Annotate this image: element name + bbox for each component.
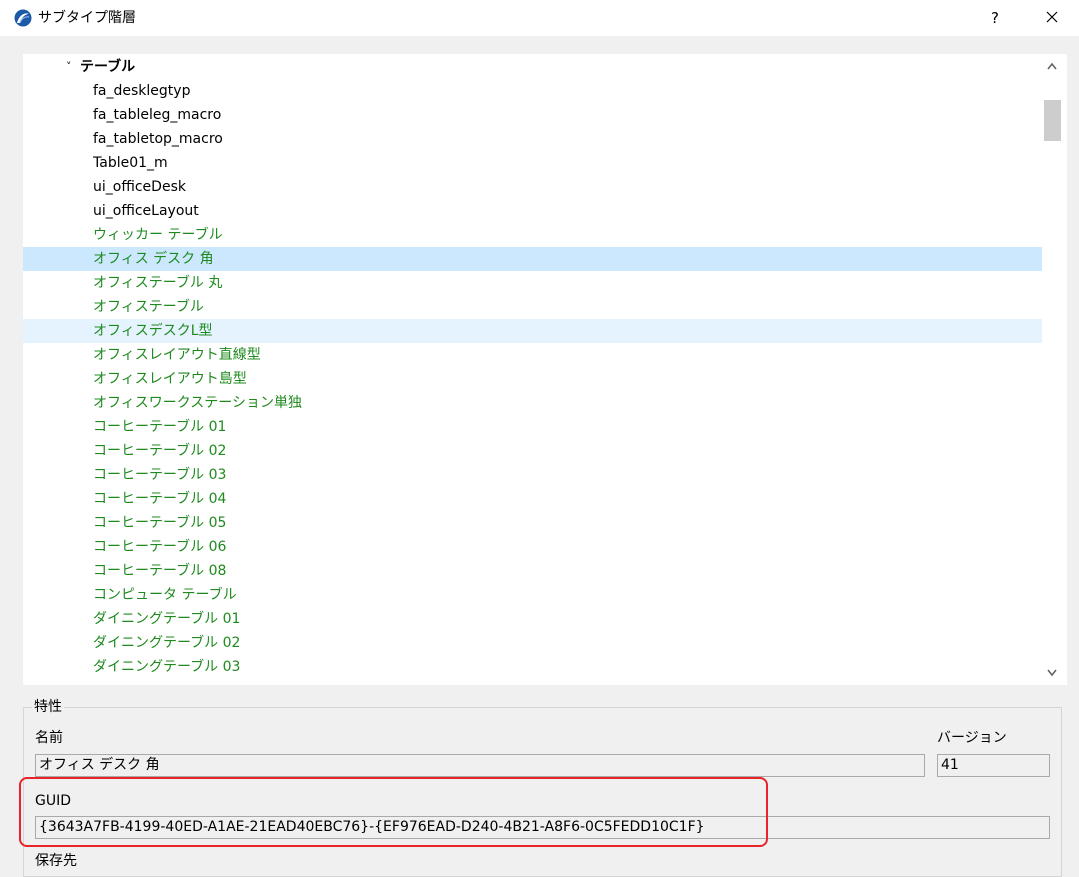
tree-item[interactable]: ダイニングテーブル 01 <box>23 607 1042 631</box>
tree-item-label: コーヒーテーブル 02 <box>93 443 227 459</box>
tree-item-label: ui_officeLayout <box>93 203 199 219</box>
tree-item[interactable]: コンピュータ テーブル <box>23 583 1042 607</box>
window-title: サブタイプ階層 <box>38 10 136 26</box>
version-label: バージョン <box>937 730 1007 746</box>
subtype-tree[interactable]: ˅ テーブル fa_desklegtyp fa_tableleg_macro fa_… <box>23 54 1067 685</box>
version-field[interactable]: 41 <box>937 754 1050 777</box>
tree-item[interactable]: オフィス デスク 角 <box>23 247 1042 271</box>
chevron-down-icon[interactable]: ˅ <box>66 55 72 79</box>
scroll-thumb[interactable] <box>1044 100 1061 141</box>
name-label: 名前 <box>35 730 63 746</box>
tree-scrollbar[interactable] <box>1042 54 1062 685</box>
tree-item[interactable]: オフィスレイアウト島型 <box>23 367 1042 391</box>
tree-item-label: ダイニングテーブル 01 <box>93 611 241 627</box>
tree-item-label: オフィスワークステーション単独 <box>93 395 303 411</box>
help-button[interactable]: ? <box>978 4 1012 32</box>
tree-item-label: Table01_m <box>93 155 168 171</box>
tree-item-label: コーヒーテーブル 06 <box>93 539 227 555</box>
close-icon <box>1046 11 1058 23</box>
tree-item-label: コーヒーテーブル 08 <box>93 563 227 579</box>
tree-item[interactable]: オフィステーブル <box>23 295 1042 319</box>
tree-item[interactable]: オフィスデスクL型 <box>23 319 1042 343</box>
tree-item-label: オフィステーブル 丸 <box>93 275 223 291</box>
tree-item[interactable]: ダイニングテーブル 03 <box>23 655 1042 679</box>
tree-item[interactable]: オフィスワークステーション単独 <box>23 391 1042 415</box>
tree-item[interactable]: fa_tabletop_macro <box>23 127 1042 151</box>
tree-item[interactable]: コーヒーテーブル 05 <box>23 511 1042 535</box>
tree-group-row[interactable]: ˅ テーブル <box>23 55 1042 79</box>
tree-item-label: オフィス デスク 角 <box>93 251 214 267</box>
title-bar: サブタイプ階層 ? <box>0 0 1079 36</box>
tree-item[interactable]: ダイニングテーブル 02 <box>23 631 1042 655</box>
tree-item[interactable]: コーヒーテーブル 02 <box>23 439 1042 463</box>
tree-item-label: コンピュータ テーブル <box>93 587 237 603</box>
tree-item-label: fa_tableleg_macro <box>93 107 222 123</box>
tree-item-label: ダイニングテーブル 02 <box>93 635 241 651</box>
tree-item-label: オフィスレイアウト島型 <box>93 371 247 387</box>
tree-item[interactable]: ウィッカー テーブル <box>23 223 1042 247</box>
tree-item[interactable]: コーヒーテーブル 03 <box>23 463 1042 487</box>
tree-item-label: オフィスレイアウト直線型 <box>93 347 261 363</box>
tree-item-label: fa_desklegtyp <box>93 83 191 99</box>
scroll-down-button[interactable] <box>1042 661 1062 685</box>
tree-item-label: コーヒーテーブル 01 <box>93 419 227 435</box>
tree-item-label: オフィスデスクL型 <box>93 323 213 339</box>
tree-item-label: ダイニングテーブル 03 <box>93 659 241 675</box>
tree-item-label: オフィステーブル <box>93 299 204 315</box>
tree-item[interactable]: ui_officeDesk <box>23 175 1042 199</box>
tree-item-label: ウィッカー テーブル <box>93 227 223 243</box>
name-field[interactable]: オフィス デスク 角 <box>35 754 925 777</box>
scroll-up-button[interactable] <box>1042 54 1062 78</box>
app-logo-icon <box>14 9 32 27</box>
save-location-label: 保存先 <box>35 853 77 869</box>
tree-item[interactable]: コーヒーテーブル 04 <box>23 487 1042 511</box>
tree-item[interactable]: Table01_m <box>23 151 1042 175</box>
tree-item[interactable]: fa_desklegtyp <box>23 79 1042 103</box>
tree-item-label: コーヒーテーブル 03 <box>93 467 227 483</box>
guid-highlight-annotation <box>19 777 768 847</box>
tree-item[interactable]: コーヒーテーブル 01 <box>23 415 1042 439</box>
tree-item[interactable]: ui_officeLayout <box>23 199 1042 223</box>
tree-item-label: コーヒーテーブル 05 <box>93 515 227 531</box>
chevron-up-icon <box>1047 62 1057 70</box>
tree-item-label: ui_officeDesk <box>93 179 186 195</box>
tree-item[interactable]: オフィスレイアウト直線型 <box>23 343 1042 367</box>
tree-item[interactable]: オフィステーブル 丸 <box>23 271 1042 295</box>
tree-group-label: テーブル <box>80 59 136 75</box>
properties-group-title: 特性 <box>32 697 64 717</box>
close-button[interactable] <box>1032 4 1072 32</box>
tree-item-label: fa_tabletop_macro <box>93 131 223 147</box>
tree-item[interactable]: fa_tableleg_macro <box>23 103 1042 127</box>
tree-item[interactable]: コーヒーテーブル 08 <box>23 559 1042 583</box>
chevron-down-icon <box>1047 669 1057 677</box>
tree-item[interactable]: コーヒーテーブル 06 <box>23 535 1042 559</box>
tree-item-label: コーヒーテーブル 04 <box>93 491 227 507</box>
